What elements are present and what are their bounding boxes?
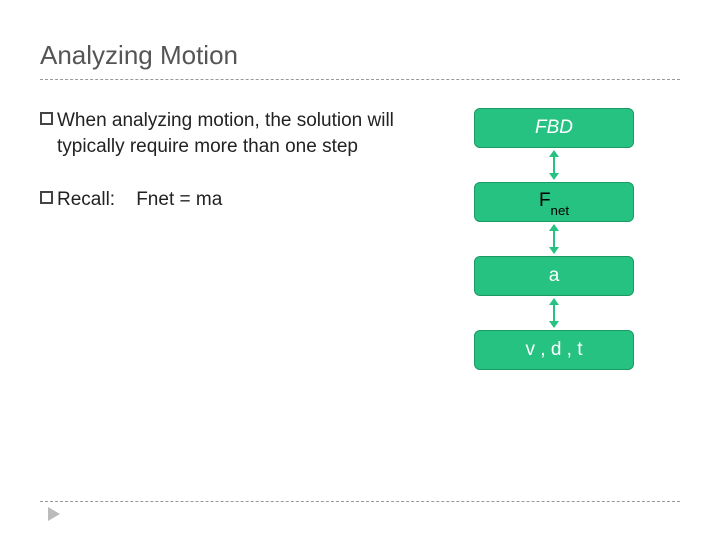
bullet-square-icon xyxy=(40,112,53,125)
double-arrow-icon xyxy=(547,296,561,330)
diagram-box-vdt: v , d , t xyxy=(474,330,634,370)
double-arrow-icon xyxy=(547,222,561,256)
content-row: When analyzing motion, the solution will… xyxy=(40,108,680,370)
slide-container: Analyzing Motion When analyzing motion, … xyxy=(0,0,720,540)
footer-arrow-icon xyxy=(48,507,64,524)
bullet-2: Recall: Fnet = ma xyxy=(40,187,440,213)
bullet-2-label: Recall: xyxy=(57,189,115,210)
bullet-list: When analyzing motion, the solution will… xyxy=(40,108,440,370)
title-divider xyxy=(40,79,680,80)
bullet-2-text: Recall: Fnet = ma xyxy=(57,187,440,213)
bullet-1: When analyzing motion, the solution will… xyxy=(40,108,440,159)
bullet-square-icon xyxy=(40,191,53,204)
diagram-box-a: a xyxy=(474,256,634,296)
diagram-box-fnet-label: Fnet xyxy=(539,190,569,214)
diagram-box-a-label: a xyxy=(549,265,560,287)
bullet-2-equation: Fnet = ma xyxy=(136,189,222,210)
diagram-box-fbd-label: FBD xyxy=(535,117,573,139)
diagram-box-vdt-label: v , d , t xyxy=(525,339,582,361)
slide-title: Analyzing Motion xyxy=(40,40,680,71)
flow-diagram: FBD Fnet xyxy=(464,108,644,370)
diagram-box-fnet: Fnet xyxy=(474,182,634,222)
diagram-box-fbd: FBD xyxy=(474,108,634,148)
bullet-1-text: When analyzing motion, the solution will… xyxy=(57,108,440,159)
footer-divider xyxy=(40,501,680,502)
double-arrow-icon xyxy=(547,148,561,182)
